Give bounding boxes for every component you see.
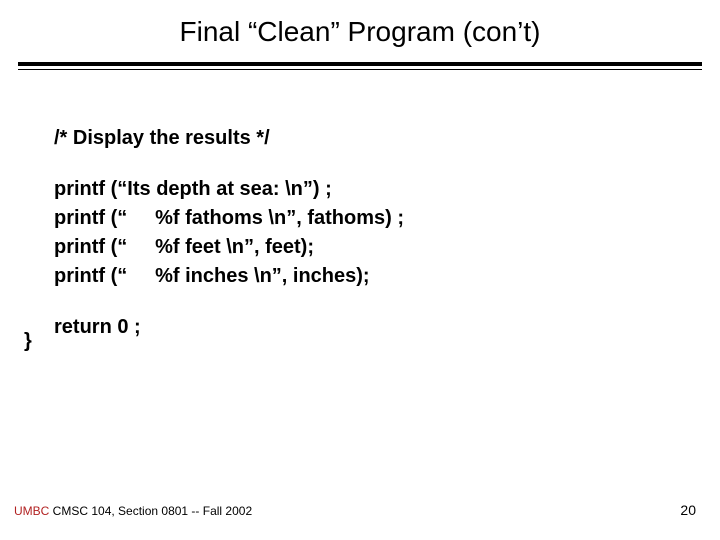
slide-title: Final “Clean” Program (con’t): [0, 16, 720, 48]
title-divider: [18, 62, 702, 70]
slide: Final “Clean” Program (con’t) /* Display…: [0, 0, 720, 540]
slide-body: /* Display the results */ printf (“Its d…: [54, 124, 674, 342]
footer-org: UMBC: [14, 504, 49, 518]
return-line: return 0 ;: [54, 313, 674, 342]
divider-thin: [18, 69, 702, 70]
footer-rest: CMSC 104, Section 0801 -- Fall 2002: [49, 504, 252, 518]
code-block: printf (“Its depth at sea: \n”) ; printf…: [54, 175, 674, 291]
code-comment: /* Display the results */: [54, 124, 674, 153]
footer-course: UMBC CMSC 104, Section 0801 -- Fall 2002: [14, 504, 252, 518]
divider-thick: [18, 62, 702, 66]
closing-brace: }: [24, 330, 32, 353]
page-number: 20: [680, 502, 696, 518]
